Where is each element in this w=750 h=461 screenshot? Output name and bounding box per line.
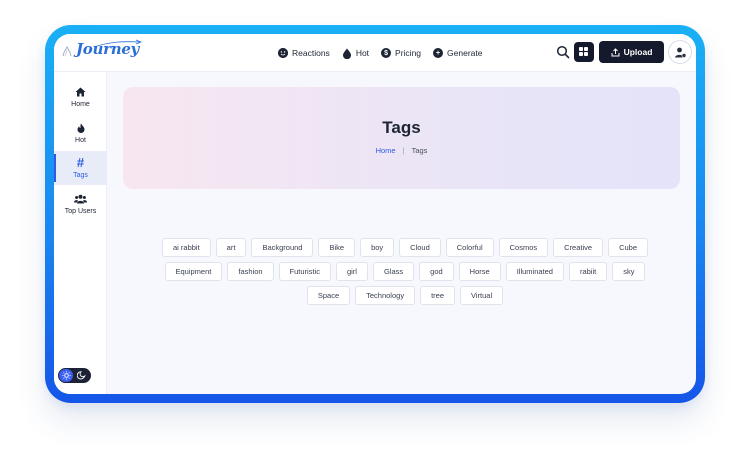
plus-circle-icon: +	[433, 48, 444, 58]
tag-chip[interactable]: Space	[306, 286, 351, 305]
tag-chip[interactable]: ai rabbit	[161, 238, 211, 257]
sidebar-home-label: Home	[71, 101, 90, 108]
page-title: Tags	[382, 118, 421, 137]
dark-mode-option[interactable]	[74, 369, 88, 382]
upload-icon	[611, 47, 620, 56]
tag-row: Space Technology tree Virtual	[145, 286, 665, 305]
tag-chip[interactable]: Bike	[318, 238, 356, 257]
app-screen: Journey Reactions Hot $ Pricing + Genera…	[54, 34, 696, 394]
nav-hot[interactable]: Hot	[342, 45, 369, 61]
breadcrumb-current: Tags	[411, 146, 428, 155]
upload-button[interactable]: Upload	[599, 41, 664, 63]
user-avatar[interactable]	[668, 40, 692, 64]
tag-chip[interactable]: rabiit	[568, 262, 608, 281]
tag-chip[interactable]: art	[215, 238, 247, 257]
tag-chip[interactable]: Technology	[355, 286, 416, 305]
smile-icon	[278, 48, 288, 58]
grid-icon-cell	[579, 52, 583, 56]
light-mode-option[interactable]	[59, 369, 73, 382]
tag-chip[interactable]: boy	[360, 238, 395, 257]
theme-toggle[interactable]	[58, 368, 91, 383]
tag-chip[interactable]: tree	[420, 286, 456, 305]
page-hero: Tags Home | Tags	[123, 87, 680, 189]
sidebar-item-top-users[interactable]: Top Users	[54, 187, 107, 221]
tag-chip[interactable]: Cosmos	[498, 238, 549, 257]
tag-chip[interactable]: Virtual	[460, 286, 504, 305]
tag-chip[interactable]: Background	[251, 238, 314, 257]
sidebar-item-home[interactable]: Home	[54, 80, 107, 114]
tag-chip[interactable]: Cube	[608, 238, 648, 257]
nav-reactions[interactable]: Reactions	[278, 45, 330, 61]
nav-pricing[interactable]: $ Pricing	[381, 45, 421, 61]
brand-logo[interactable]: Journey	[60, 39, 143, 67]
grid-icon	[579, 47, 583, 51]
tag-chip[interactable]: Creative	[553, 238, 604, 257]
tag-chip[interactable]: Futuristic	[278, 262, 331, 281]
nav-reactions-label: Reactions	[292, 48, 330, 58]
tag-chip[interactable]: sky	[612, 262, 646, 281]
logo-swoosh-icon	[93, 39, 143, 48]
tag-row: ai rabbit art Background Bike boy Cloud …	[145, 238, 665, 257]
breadcrumb-home-link[interactable]: Home	[376, 146, 396, 155]
tag-chip[interactable]: girl	[335, 262, 368, 281]
sidebar-item-hot[interactable]: Hot	[54, 116, 107, 150]
logo-mark-icon	[62, 45, 72, 57]
tag-chip[interactable]: Horse	[458, 262, 501, 281]
sidebar: Home Hot # Tags Top Users	[54, 72, 107, 394]
top-header: Journey Reactions Hot $ Pricing + Genera…	[54, 34, 696, 72]
apps-grid-button[interactable]	[574, 42, 594, 62]
home-icon	[75, 86, 86, 98]
dollar-icon: $	[381, 48, 392, 58]
tag-chip[interactable]: fashion	[227, 262, 274, 281]
user-icon	[674, 47, 686, 58]
main-nav: Reactions Hot $ Pricing + Generate	[278, 45, 494, 61]
tag-chip[interactable]: Colorful	[445, 238, 494, 257]
search-button[interactable]	[556, 45, 570, 59]
users-icon	[74, 193, 87, 205]
hash-icon: #	[76, 155, 85, 170]
fire-icon	[77, 122, 85, 134]
tag-chip[interactable]: Glass	[372, 262, 415, 281]
fire-icon	[342, 48, 352, 59]
nav-generate-label: Generate	[447, 48, 483, 58]
tag-chip[interactable]: god	[419, 262, 454, 281]
tag-cloud: ai rabbit art Background Bike boy Cloud …	[145, 238, 665, 310]
upload-label: Upload	[623, 47, 653, 57]
nav-pricing-label: Pricing	[395, 48, 422, 58]
device-frame: Journey Reactions Hot $ Pricing + Genera…	[45, 25, 705, 403]
grid-icon-cell	[584, 52, 588, 56]
nav-hot-label: Hot	[355, 48, 370, 58]
breadcrumb-separator: |	[402, 146, 405, 155]
moon-icon	[76, 371, 86, 380]
grid-icon-cell	[584, 47, 588, 51]
sidebar-tags-label: Tags	[73, 172, 88, 179]
sidebar-top-users-label: Top Users	[64, 208, 97, 215]
nav-generate[interactable]: + Generate	[433, 45, 482, 61]
tag-row: Equipment fashion Futuristic girl Glass …	[145, 262, 665, 281]
breadcrumb: Home | Tags	[123, 146, 680, 155]
sidebar-hot-label: Hot	[75, 137, 86, 144]
sidebar-item-tags[interactable]: # Tags	[54, 151, 107, 185]
sun-icon	[61, 371, 71, 380]
tag-chip[interactable]: Cloud	[399, 238, 441, 257]
tag-chip[interactable]: Illuminated	[505, 262, 564, 281]
search-icon	[556, 45, 570, 59]
tag-chip[interactable]: Equipment	[164, 262, 223, 281]
